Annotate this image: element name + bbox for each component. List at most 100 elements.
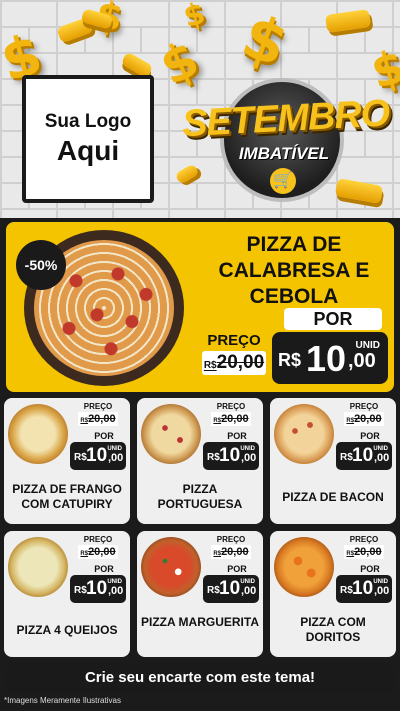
product-card: PREÇO R$20,00 POR R$ 10 ,00 UNID PIZZA 4…: [4, 531, 130, 657]
price-decimal: ,00: [374, 452, 390, 464]
product-name: PIZZA 4 QUEIJOS: [16, 623, 118, 637]
new-price-tag: R$ 10 ,00 UNID: [203, 442, 259, 470]
hero-banner: $ $ $ $ $ $ Sua Logo Aqui SETEMBRO IMBAT…: [0, 0, 400, 218]
new-price-tag: R$ 10 ,00 UNID: [336, 575, 392, 603]
pizza-image: [141, 404, 201, 464]
old-currency: R$: [213, 418, 222, 424]
currency: R$: [74, 585, 87, 596]
price-decimal: ,00: [241, 585, 257, 597]
preco-label: PREÇO: [207, 332, 261, 349]
currency: R$: [340, 452, 353, 463]
price-integer: 10: [352, 578, 374, 599]
preco-label: PREÇO: [349, 535, 379, 544]
unit-label: UNID: [240, 579, 255, 585]
pizza-image: [274, 537, 334, 597]
new-price-tag: R$ 10 ,00 UNID: [70, 575, 126, 603]
old-currency: R$: [80, 418, 89, 424]
por-label: POR: [94, 431, 114, 441]
unit-label: UNID: [373, 446, 388, 452]
currency: R$: [340, 585, 353, 596]
unit-label: UNID: [355, 340, 380, 351]
old-price: R$20,00: [78, 545, 118, 559]
old-price: R$20,00: [211, 412, 251, 426]
preco-label: PREÇO: [216, 535, 246, 544]
pizza-image: [8, 537, 68, 597]
product-card: PREÇO R$20,00 POR R$ 10 ,00 UNID PIZZA P…: [137, 398, 263, 524]
new-price-tag: R$ 10 ,00 UNID: [336, 442, 392, 470]
featured-product-name: PIZZA DE CALABRESA E CEBOLA: [218, 233, 370, 308]
currency: R$: [207, 452, 220, 463]
old-currency: R$: [203, 360, 217, 371]
footnote: *Imagens Meramente Ilustrativas: [4, 696, 121, 705]
old-currency: R$: [80, 551, 89, 557]
price-integer: 10: [86, 445, 108, 466]
unit-label: UNID: [107, 579, 122, 585]
featured-offer: -50% PIZZA DE CALABRESA E CEBOLA POR PRE…: [6, 222, 394, 392]
discount-badge: -50%: [16, 240, 66, 290]
preco-label: PREÇO: [83, 402, 113, 411]
unit-label: UNID: [240, 446, 255, 452]
price-integer: 10: [86, 578, 108, 599]
product-card: PREÇO R$20,00 POR R$ 10 ,00 UNID PIZZA D…: [270, 398, 396, 524]
pizza-image: [274, 404, 334, 464]
logo-line-1: Sua Logo: [44, 111, 132, 132]
price-decimal: ,00: [374, 585, 390, 597]
price-integer: 10: [352, 445, 374, 466]
old-price-value: 20,00: [354, 546, 382, 558]
product-name: PIZZA MARGUERITA: [141, 615, 259, 629]
cart-icon: 🛒: [270, 168, 296, 194]
old-price-value: 20,00: [354, 413, 382, 425]
featured-price-block: PREÇO R$20,00 R$ 10 ,00 UNID: [202, 332, 388, 384]
por-label: POR: [360, 564, 380, 574]
product-card: PREÇO R$20,00 POR R$ 10 ,00 UNID PIZZA C…: [270, 531, 396, 657]
old-price-value: 20,00: [221, 413, 249, 425]
preco-label: PREÇO: [83, 535, 113, 544]
product-name: PIZZA COM DORITOS: [300, 615, 366, 644]
old-price: R$20,00: [78, 412, 118, 426]
product-name: PIZZA PORTUGUESA: [157, 482, 243, 511]
price-decimal: ,00: [348, 350, 376, 372]
old-price-block: PREÇO R$20,00: [202, 332, 266, 375]
product-name: PIZZA DE FRANGO COM CATUPIRY: [12, 482, 122, 511]
pizza-image: [141, 537, 201, 597]
currency: R$: [207, 585, 220, 596]
old-price-value: 20,00: [88, 413, 116, 425]
product-card: PREÇO R$20,00 POR R$ 10 ,00 UNID PIZZA M…: [137, 531, 263, 657]
old-price: R$20,00: [202, 351, 266, 375]
product-name: PIZZA DE BACON: [282, 490, 384, 504]
currency: R$: [74, 452, 87, 463]
preco-label: PREÇO: [349, 402, 379, 411]
old-price-value: 20,00: [88, 546, 116, 558]
product-card: PREÇO R$20,00 POR R$ 10 ,00 UNID PIZZA D…: [4, 398, 130, 524]
old-price-value: 20,00: [221, 546, 249, 558]
new-price-tag: R$ 10 ,00 UNID: [203, 575, 259, 603]
por-label: POR: [360, 431, 380, 441]
price-integer: 10: [219, 578, 241, 599]
por-label: POR: [284, 308, 382, 330]
cta-banner[interactable]: Crie seu encarte com este tema!: [6, 663, 394, 693]
old-currency: R$: [346, 418, 355, 424]
price-decimal: ,00: [241, 452, 257, 464]
old-currency: R$: [346, 551, 355, 557]
new-price-tag: R$ 10 ,00 UNID: [272, 332, 388, 384]
unit-label: UNID: [107, 446, 122, 452]
campaign-badge: SETEMBRO IMBATÍVEL 🛒: [181, 70, 391, 210]
currency: R$: [278, 350, 302, 370]
price-integer: 10: [219, 445, 241, 466]
pizza-image: [8, 404, 68, 464]
price-integer: 10: [306, 338, 347, 379]
new-price-tag: R$ 10 ,00 UNID: [70, 442, 126, 470]
price-decimal: ,00: [108, 585, 124, 597]
por-label: POR: [227, 564, 247, 574]
old-price: R$20,00: [344, 412, 384, 426]
price-decimal: ,00: [108, 452, 124, 464]
old-price-value: 20,00: [216, 352, 265, 373]
logo-line-2: Aqui: [56, 135, 120, 166]
old-currency: R$: [213, 551, 222, 557]
por-label: POR: [94, 564, 114, 574]
preco-label: PREÇO: [216, 402, 246, 411]
unit-label: UNID: [373, 579, 388, 585]
old-price: R$20,00: [211, 545, 251, 559]
badge-title: SETEMBRO: [181, 92, 391, 146]
badge-subtitle: IMBATÍVEL: [238, 144, 330, 163]
